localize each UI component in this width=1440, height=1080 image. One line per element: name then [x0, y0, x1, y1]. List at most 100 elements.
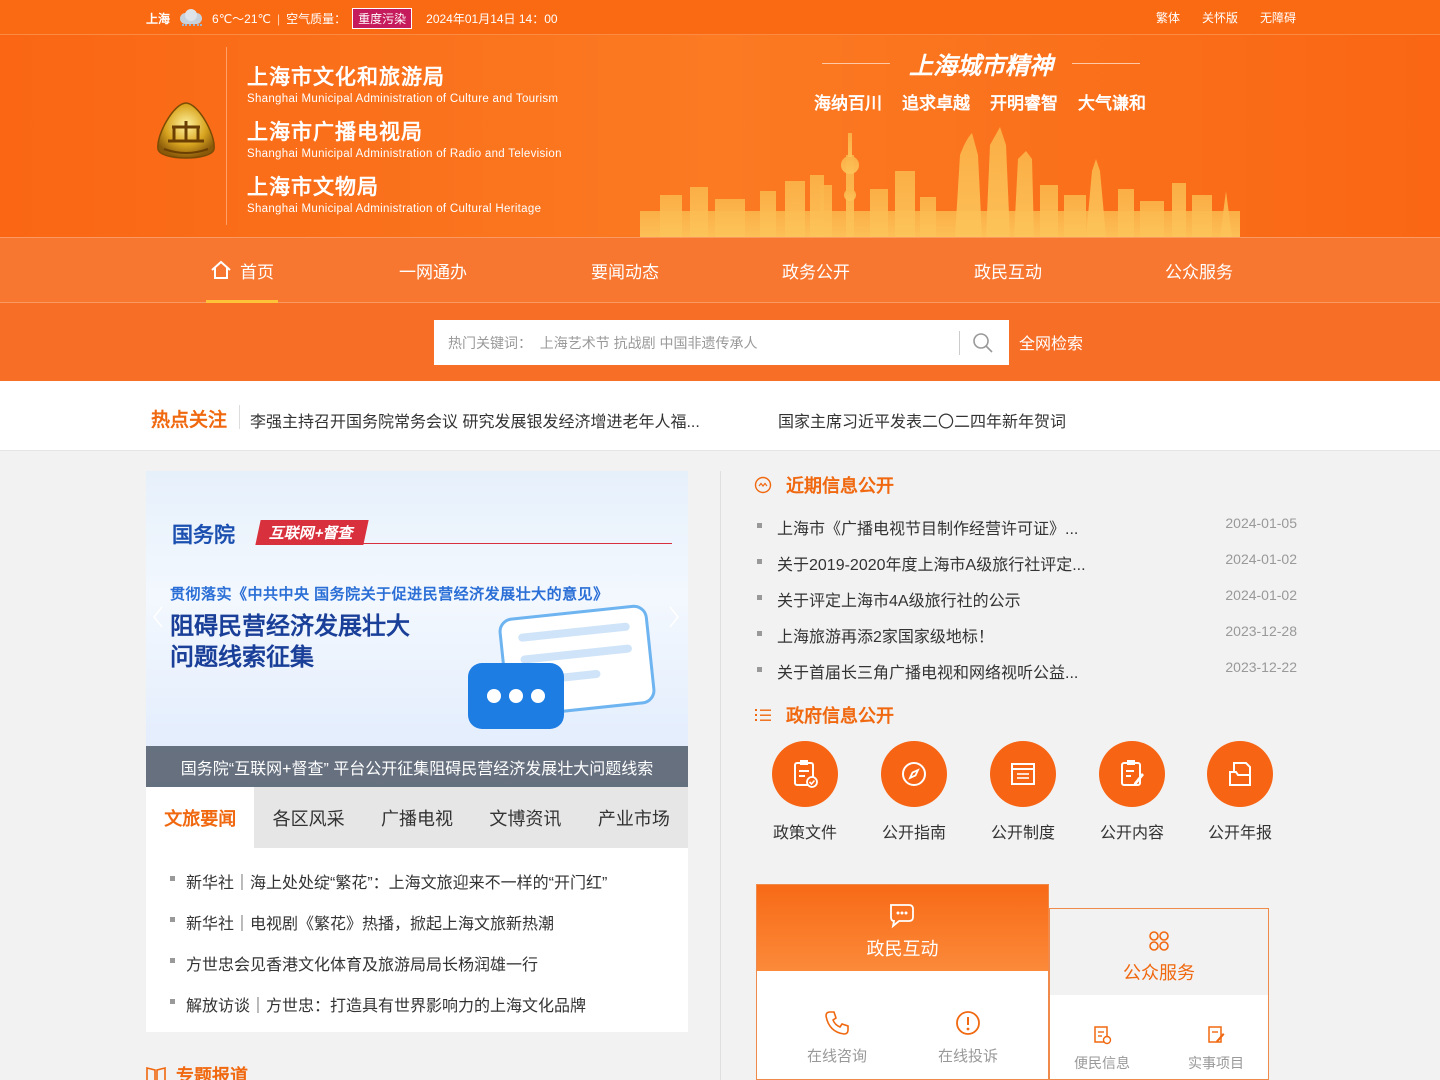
info-list-item[interactable]: 关于首届长三角广播电视和网络视听公益... 2023-12-22	[757, 659, 1297, 683]
org-name-cn: 上海市广播电视局	[247, 121, 423, 144]
gov-info-guide[interactable]: 公开指南	[869, 741, 959, 843]
news-title: 方世忠会见香港文化体育及旅游局局长杨润雄一行	[186, 957, 539, 974]
gov-info-annual-report[interactable]: 公开年报	[1195, 741, 1285, 843]
tab-radio-tv[interactable]: 广播电视	[363, 787, 471, 848]
link-traditional[interactable]: 繁体	[1156, 9, 1180, 26]
info-list-item[interactable]: 关于评定上海市4A级旅行社的公示 2024-01-02	[757, 587, 1297, 611]
org-radio-television[interactable]: 上海市广播电视局 Shanghai Municipal Administrati…	[247, 116, 562, 160]
info-list-item[interactable]: 上海市《广播电视节目制作经营许可证》... 2024-01-05	[757, 515, 1297, 539]
search-input[interactable]	[434, 320, 958, 365]
interaction-card[interactable]: 政民互动 在线咨询 在线投诉	[756, 884, 1049, 1080]
hot-topic-link[interactable]: 国家主席习近平发表二〇二四年新年贺词	[778, 408, 1066, 432]
tab-museum-news[interactable]: 文博资讯	[471, 787, 579, 848]
banner-caption[interactable]: 国务院“互联网+督查” 平台公开征集阻碍民营经济发展壮大问题线索	[146, 746, 688, 787]
nav-one-stop-service[interactable]: 一网通办	[388, 238, 478, 302]
link-care-version[interactable]: 关怀版	[1202, 9, 1238, 26]
list-item[interactable]: 解放访谈｜方世忠：打造具有世界影响力的上海文化品牌	[170, 992, 586, 1016]
list-item[interactable]: 新华社｜电视剧《繁花》热播，掀起上海文旅新热潮	[170, 910, 554, 934]
sub-button-label: 在线咨询	[806, 1048, 867, 1065]
info-title: 上海市《广播电视节目制作经营许可证》...	[777, 521, 1079, 538]
gov-info-heading: 政府信息公开	[754, 702, 894, 728]
main-nav: 首页 一网通办 要闻动态 政务公开 政民互动 公众服务	[0, 237, 1440, 304]
list-item[interactable]: 方世忠会见香港文化体育及旅游局局长杨润雄一行	[170, 951, 538, 975]
gov-info-system[interactable]: 公开制度	[978, 741, 1068, 843]
search-section: 全网检索	[0, 303, 1440, 381]
tab-industry-market[interactable]: 产业市场	[580, 787, 688, 848]
nav-public-service[interactable]: 公众服务	[1154, 238, 1244, 302]
tab-district-news[interactable]: 各区风采	[254, 787, 362, 848]
shanghai-skyline-illustration	[640, 127, 1240, 237]
list-icon	[755, 709, 771, 721]
recent-info-title: 近期信息公开	[786, 476, 894, 496]
gov-info-content[interactable]: 公开内容	[1087, 741, 1177, 843]
list-item[interactable]: 新华社｜海上处处绽“繁花”：上海文旅迎来不一样的“开门红”	[170, 869, 607, 893]
banner-org: 国务院	[172, 524, 235, 547]
header-divider	[226, 47, 227, 225]
org-name-cn: 上海市文物局	[247, 176, 379, 199]
slogan: 大气谦和	[1078, 94, 1146, 113]
recent-info-heading: 近期信息公开	[754, 472, 894, 498]
air-quality-label: 空气质量：	[286, 12, 347, 26]
nav-interaction[interactable]: 政民互动	[963, 238, 1053, 302]
search-icon[interactable]	[972, 332, 994, 354]
hot-topics-title: 热点关注	[151, 410, 228, 431]
banner-divider	[258, 543, 672, 544]
edit-document-icon	[1208, 1026, 1225, 1043]
news-tabs: 文旅要闻 各区风采 广播电视 文博资讯 产业市场	[146, 787, 688, 848]
temperature: 6℃～21℃	[212, 12, 271, 26]
public-service-card-title: 公众服务	[1123, 963, 1195, 983]
banner-headline-line: 阻碍民营经济发展壮大	[170, 613, 410, 640]
online-consultation-button[interactable]: 在线咨询	[797, 1009, 877, 1066]
gov-info-label: 公开制度	[990, 825, 1055, 842]
info-list-item[interactable]: 关于2019-2020年度上海市A级旅行社评定... 2024-01-02	[757, 551, 1297, 575]
org-cultural-heritage[interactable]: 上海市文物局 Shanghai Municipal Administration…	[247, 171, 541, 215]
phone-icon	[825, 1011, 849, 1035]
banner-carousel[interactable]: 国务院 互联网+督查 贯彻落实《中共中央 国务院关于促进民营经济发展壮大的意见》…	[146, 471, 688, 787]
gov-info-policy-documents[interactable]: 政策文件	[760, 741, 850, 843]
info-date: 2023-12-22	[1225, 659, 1297, 675]
rain-cloud-icon	[176, 8, 206, 29]
city-spirit-title: 上海城市精神	[822, 47, 1140, 80]
alert-circle-icon	[956, 1011, 980, 1035]
full-site-search-button[interactable]: 全网检索	[1019, 330, 1083, 354]
practical-projects-button[interactable]: 实事项目	[1176, 1025, 1256, 1073]
special-reports-title: 专题报道	[176, 1066, 248, 1080]
slogan: 开明睿智	[990, 94, 1058, 113]
sub-button-label: 便民信息	[1074, 1055, 1130, 1071]
info-title: 关于评定上海市4A级旅行社的公示	[777, 593, 1021, 610]
news-title: 新华社｜海上处处绽“繁花”：上海文旅迎来不一样的“开门红”	[186, 875, 608, 892]
hot-topic-link[interactable]: 李强主持召开国务院常务会议 研究发展银发经济增进老年人福...	[250, 408, 700, 432]
info-title: 关于2019-2020年度上海市A级旅行社评定...	[777, 557, 1086, 574]
news-title: 解放访谈｜方世忠：打造具有世界影响力的上海文化品牌	[186, 998, 587, 1015]
search-divider	[959, 331, 960, 355]
sub-button-label: 实事项目	[1188, 1055, 1244, 1071]
link-accessibility[interactable]: 无障碍	[1260, 9, 1296, 26]
system-list-icon	[990, 741, 1056, 807]
carousel-prev-arrow-icon[interactable]	[152, 605, 164, 629]
org-name-en: Shanghai Municipal Administration of Rad…	[247, 148, 562, 160]
public-service-card[interactable]: 公众服务 便民信息 实事项目	[1049, 908, 1269, 1080]
org-name-en: Shanghai Municipal Administration of Cul…	[247, 93, 559, 105]
home-icon	[211, 260, 231, 279]
news-title: 新华社｜电视剧《繁花》热播，掀起上海文旅新热潮	[186, 916, 555, 933]
emblem-logo-icon[interactable]	[154, 101, 218, 163]
city-spirit-slogans: 海纳百川 追求卓越 开明睿智 大气谦和	[814, 89, 1146, 114]
news-list: 新华社｜海上处处绽“繁花”：上海文旅迎来不一样的“开门红” 新华社｜电视剧《繁花…	[146, 848, 688, 1032]
message-dots-icon	[468, 663, 564, 729]
online-complaint-button[interactable]: 在线投诉	[928, 1009, 1008, 1066]
org-culture-tourism[interactable]: 上海市文化和旅游局 Shanghai Municipal Administrat…	[247, 61, 558, 105]
special-reports-heading[interactable]: 专题报道	[146, 1062, 248, 1080]
nav-label: 首页	[240, 262, 274, 282]
hot-topics-bar: 热点关注 李强主持召开国务院常务会议 研究发展银发经济增进老年人福... 国家主…	[0, 381, 1440, 451]
tab-culture-tourism-news[interactable]: 文旅要闻	[146, 787, 255, 848]
banner-tag: 互联网+督查	[255, 520, 369, 545]
banner-subtitle: 贯彻落实《中共中央 国务院关于促进民营经济发展壮大的意见》	[170, 586, 609, 603]
info-list-item[interactable]: 上海旅游再添2家国家级地标！ 2023-12-28	[757, 623, 1297, 647]
convenience-info-button[interactable]: 便民信息	[1062, 1025, 1142, 1073]
carousel-next-arrow-icon[interactable]	[668, 605, 680, 629]
nav-government-affairs[interactable]: 政务公开	[771, 238, 861, 302]
column-divider	[720, 471, 721, 1080]
nav-news[interactable]: 要闻动态	[580, 238, 670, 302]
nav-home[interactable]: 首页	[206, 238, 278, 304]
slogan: 追求卓越	[902, 94, 970, 113]
